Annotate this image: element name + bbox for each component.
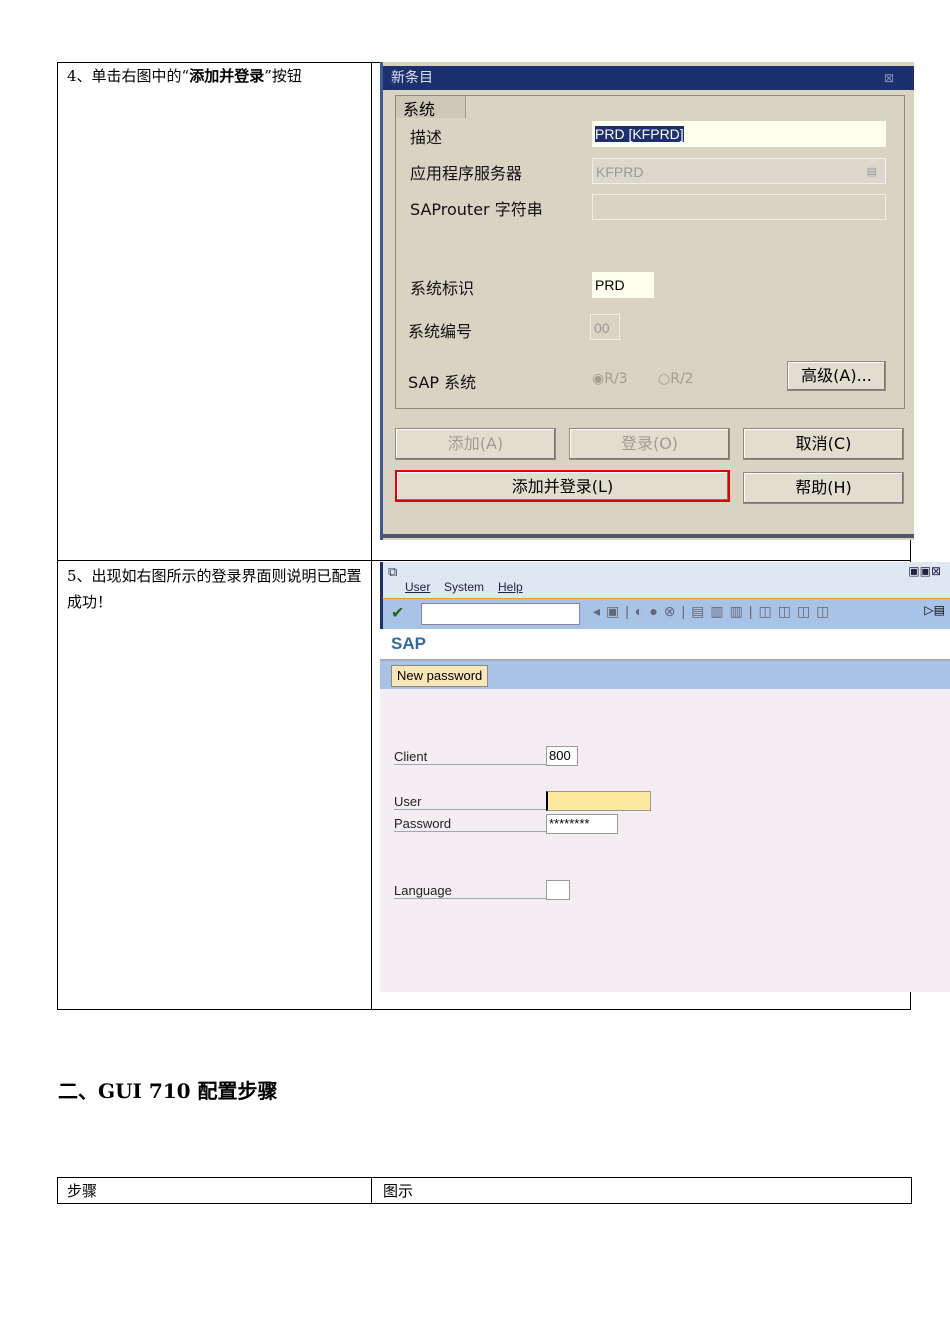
menu-user[interactable]: User bbox=[405, 580, 430, 594]
cancel-button[interactable]: 取消(C) bbox=[743, 428, 904, 460]
client-label: Client bbox=[394, 749, 546, 765]
language-label: Language bbox=[394, 883, 546, 899]
new-entry-dialog: 新条目 ⊠ 系统 描述 PRD [KFPRD] 应用程序服务器 KFPRD ▤ SA… bbox=[380, 62, 914, 540]
logon-button[interactable]: 登录(O) bbox=[569, 428, 730, 460]
step4-text: 4、单击右图中的“添加并登录”按钮 bbox=[67, 67, 302, 85]
desc-label: 描述 bbox=[410, 128, 443, 147]
dialog-title-bar: 新条目 ⊠ bbox=[383, 66, 914, 90]
tab-system[interactable]: 系统 bbox=[396, 96, 466, 119]
customize-icon[interactable]: ▷▤ bbox=[924, 603, 945, 617]
user-input[interactable] bbox=[546, 791, 651, 811]
command-field[interactable] bbox=[421, 603, 580, 625]
menu-bar: ⧉ User System Help ▣▣⊠ bbox=[380, 562, 950, 600]
language-input[interactable] bbox=[546, 880, 570, 900]
dropdown-icon[interactable]: ▤ bbox=[867, 159, 877, 185]
user-label: User bbox=[394, 794, 546, 810]
dialog-bottom-border bbox=[383, 534, 914, 538]
menu-help[interactable]: Help bbox=[498, 580, 523, 594]
steps-table-header: 步骤 图示 bbox=[57, 1177, 912, 1204]
add-button[interactable]: 添加(A) bbox=[395, 428, 556, 460]
toolbar-icons[interactable]: ◂▣|◐●⊗|▤▥▥|◫◫◫◫ bbox=[593, 603, 835, 620]
enter-icon[interactable]: ✔ bbox=[391, 603, 404, 623]
saptype-label: SAP 系统 bbox=[408, 373, 477, 392]
toolbar: ✔ ◂▣|◐●⊗|▤▥▥|◫◫◫◫ ▷▤ bbox=[380, 599, 950, 629]
advanced-button[interactable]: 高级(A)... bbox=[787, 361, 886, 391]
screen-title: SAP bbox=[391, 634, 426, 653]
sysno-input[interactable]: 00 bbox=[590, 314, 620, 340]
radio-r2[interactable]: ○R/2 bbox=[658, 371, 694, 387]
radio-r3[interactable]: ◉R/3 bbox=[592, 371, 628, 387]
window-controls-icon[interactable]: ▣▣⊠ bbox=[908, 564, 941, 578]
document-page: 4、单击右图中的“添加并登录”按钮 5、出现如右图所示的登录界面则说明已配置成功… bbox=[0, 0, 950, 1344]
system-menu-icon[interactable]: ⧉ bbox=[388, 564, 397, 580]
section-heading: 二、GUI 710 配置步骤 bbox=[58, 1079, 278, 1103]
title-area: SAP bbox=[380, 629, 950, 661]
help-button[interactable]: 帮助(H) bbox=[743, 472, 904, 504]
router-label: SAProuter 字符串 bbox=[410, 200, 543, 219]
sysid-input[interactable]: PRD bbox=[592, 272, 654, 298]
sysno-label: 系统编号 bbox=[408, 322, 473, 341]
system-group: 系统 描述 PRD [KFPRD] 应用程序服务器 KFPRD ▤ SAProut… bbox=[395, 95, 905, 409]
router-input[interactable] bbox=[592, 194, 886, 220]
sap-logon-window: ⧉ User System Help ▣▣⊠ ✔ ◂▣|◐●⊗|▤▥▥|◫◫◫◫… bbox=[380, 562, 950, 992]
desc-value: PRD [KFPRD] bbox=[595, 126, 684, 142]
header-steps: 步骤 bbox=[67, 1182, 98, 1200]
header-illustration: 图示 bbox=[383, 1182, 414, 1200]
sysid-label: 系统标识 bbox=[410, 279, 475, 298]
server-input[interactable]: KFPRD ▤ bbox=[592, 158, 886, 184]
step5-text: 5、出现如右图所示的登录界面则说明已配置成功！ bbox=[67, 567, 362, 611]
server-label: 应用程序服务器 bbox=[410, 164, 523, 183]
server-value: KFPRD bbox=[596, 164, 644, 180]
new-password-button[interactable]: New password bbox=[391, 665, 489, 687]
app-toolbar: New password bbox=[380, 661, 950, 689]
password-label: Password bbox=[394, 816, 546, 832]
menu-system[interactable]: System bbox=[444, 580, 484, 594]
desc-input[interactable]: PRD [KFPRD] bbox=[592, 121, 886, 147]
client-input[interactable]: 800 bbox=[546, 746, 578, 766]
password-input[interactable]: ******** bbox=[546, 814, 618, 834]
close-icon[interactable]: ⊠ bbox=[884, 66, 894, 90]
add-and-logon-button[interactable]: 添加并登录(L) bbox=[395, 470, 730, 502]
dialog-title: 新条目 bbox=[391, 70, 433, 86]
